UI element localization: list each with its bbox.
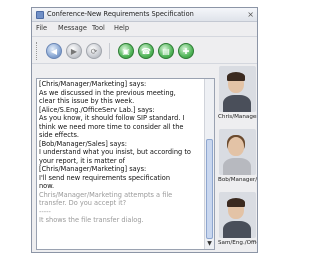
system-line: transfer. Do you accept it? xyxy=(39,199,127,207)
menu-bar: File Message Tool Help xyxy=(32,23,257,34)
chat-line: side effects. xyxy=(39,131,80,139)
conference-window: Conference-New Requirements Specificatio… xyxy=(31,7,258,253)
forward-icon: ▶ xyxy=(70,47,78,56)
chat-line: [Bob/Manager/Sales] says: xyxy=(39,139,127,148)
chat-line: As we discussed in the previous meeting, xyxy=(39,88,176,97)
conference-icon: ▤ xyxy=(162,47,170,56)
scroll-down-icon[interactable]: ▼ xyxy=(206,240,213,248)
toolbar-grip[interactable] xyxy=(36,42,38,60)
chat-line: I'll send new requirements specification xyxy=(39,173,170,182)
chat-scrollbar[interactable]: ▼ xyxy=(204,79,214,249)
participant-name: Bob/Manager/S... xyxy=(218,177,257,183)
avatar xyxy=(219,66,256,112)
forward-button[interactable]: ▶ xyxy=(66,43,82,59)
chat-line: now. xyxy=(39,182,55,190)
chat-line: [Chris/Manager/Marketing] says: xyxy=(39,80,147,88)
voice-call-icon: ☎ xyxy=(141,47,151,56)
app-icon xyxy=(36,11,44,19)
close-button[interactable]: × xyxy=(247,8,254,21)
video-call-button[interactable]: ▣ xyxy=(118,43,134,59)
toolbar: ◀ ▶ ⟳ ▣ ☎ ▤ ✚ xyxy=(32,36,257,64)
chat-line: I understand what you insist, but accord… xyxy=(39,148,191,156)
system-line: Chris/Manager/Marketing attempts a file xyxy=(39,190,173,199)
chat-line: [Chris/Manager/Marketing] says: xyxy=(39,165,147,173)
chat-line: [Alice/S.Eng./OfficeServ Lab.] says: xyxy=(39,105,155,114)
chat-line: As you know, it should follow SIP standa… xyxy=(39,114,185,122)
chat-messages: [Chris/Manager/Marketing] says: As we di… xyxy=(39,80,203,225)
back-button[interactable]: ◀ xyxy=(46,43,62,59)
participant-list: Chris/Manager/... Bob/Manager/S... Sam/E… xyxy=(218,66,257,252)
menu-tool[interactable]: Tool xyxy=(92,23,105,34)
refresh-icon: ⟳ xyxy=(90,47,98,56)
back-icon: ◀ xyxy=(50,47,58,56)
voice-call-button[interactable]: ☎ xyxy=(138,43,154,59)
scroll-thumb[interactable] xyxy=(206,139,213,239)
window-title: Conference-New Requirements Specificatio… xyxy=(47,10,194,18)
video-call-icon: ▣ xyxy=(122,47,130,56)
system-line: ----- xyxy=(39,207,51,216)
menu-help[interactable]: Help xyxy=(114,23,129,34)
add-participant-icon: ✚ xyxy=(182,47,190,56)
participant-name: Chris/Manager/... xyxy=(218,114,257,120)
menu-file[interactable]: File xyxy=(36,23,47,34)
title-bar[interactable]: Conference-New Requirements Specificatio… xyxy=(32,8,257,22)
menu-message[interactable]: Message xyxy=(58,23,87,34)
toolbar-separator xyxy=(109,43,110,59)
chat-line: clear this issue by this week. xyxy=(39,97,135,105)
participant-name: Sam/Eng./Offic... xyxy=(218,240,257,246)
chat-line: think we need more time to consider all … xyxy=(39,122,184,131)
participant-chris[interactable]: Chris/Manager/... xyxy=(218,66,257,128)
participant-sam[interactable]: Sam/Eng./Offic... xyxy=(218,192,257,254)
system-line: It shows the file transfer dialog. xyxy=(39,216,144,224)
avatar xyxy=(219,129,256,175)
conference-button[interactable]: ▤ xyxy=(158,43,174,59)
participant-bob[interactable]: Bob/Manager/S... xyxy=(218,129,257,191)
chat-transcript[interactable]: [Chris/Manager/Marketing] says: As we di… xyxy=(36,78,215,250)
chat-line: your report, it is matter of xyxy=(39,156,125,165)
avatar xyxy=(219,192,256,238)
refresh-button[interactable]: ⟳ xyxy=(86,43,102,59)
add-participant-button[interactable]: ✚ xyxy=(178,43,194,59)
